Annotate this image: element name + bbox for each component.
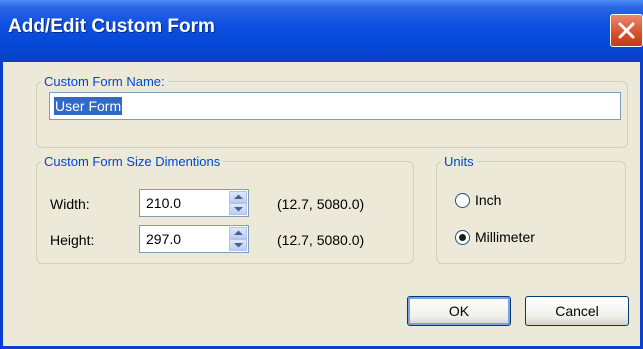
width-spinner[interactable]	[229, 191, 247, 215]
close-icon	[618, 22, 635, 39]
millimeter-radio[interactable]	[455, 230, 470, 245]
height-spin-down[interactable]	[229, 239, 247, 251]
custom-form-dialog: Add/Edit Custom Form Custom Form Name: U…	[0, 0, 643, 349]
form-name-value: User Form	[54, 97, 123, 115]
millimeter-label: Millimeter	[475, 229, 535, 245]
width-spin-up[interactable]	[229, 191, 247, 203]
cancel-button[interactable]: Cancel	[525, 296, 629, 326]
dialog-title: Add/Edit Custom Form	[8, 16, 215, 37]
width-input[interactable]: 210.0	[139, 189, 249, 217]
units-group: Units	[436, 154, 626, 264]
unit-option-inch[interactable]: Inch	[455, 191, 575, 209]
height-spin-up[interactable]	[229, 227, 247, 239]
inch-label: Inch	[475, 192, 502, 208]
form-name-legend: Custom Form Name:	[44, 74, 165, 89]
dialog-body: Custom Form Name: User Form Custom Form …	[3, 62, 640, 346]
inch-radio[interactable]	[455, 193, 470, 208]
height-label: Height:	[50, 232, 95, 248]
width-range: (12.7, 5080.0)	[277, 196, 365, 212]
units-legend: Units	[444, 154, 474, 169]
height-spinner[interactable]	[229, 227, 247, 251]
title-bar[interactable]: Add/Edit Custom Form	[0, 0, 643, 62]
width-spin-down[interactable]	[229, 203, 247, 215]
chevron-up-icon	[234, 230, 243, 235]
form-name-input[interactable]: User Form	[49, 92, 621, 120]
height-range: (12.7, 5080.0)	[277, 232, 365, 248]
chevron-up-icon	[234, 194, 243, 199]
close-button[interactable]	[610, 14, 643, 47]
height-input[interactable]: 297.0	[139, 225, 249, 253]
width-label: Width:	[50, 196, 90, 212]
height-value: 297.0	[146, 231, 182, 247]
ok-button[interactable]: OK	[407, 296, 511, 326]
size-legend: Custom Form Size Dimentions	[44, 154, 221, 169]
chevron-down-icon	[234, 207, 243, 212]
unit-option-millimeter[interactable]: Millimeter	[455, 228, 595, 246]
width-value: 210.0	[146, 195, 182, 211]
chevron-down-icon	[234, 243, 243, 248]
